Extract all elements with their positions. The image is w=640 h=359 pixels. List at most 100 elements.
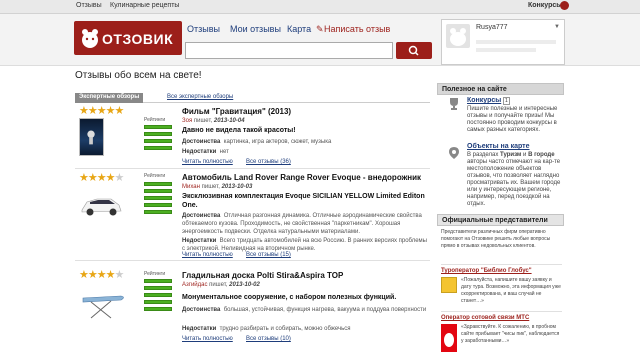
review-date: 2013-10-02 (229, 282, 260, 288)
review-date: 2013-10-04 (213, 118, 245, 124)
rep-logo (441, 324, 457, 352)
product-image[interactable] (79, 192, 123, 220)
sidebar-map-text: В разделах Туризм и В городе авторы част… (467, 152, 562, 208)
disadvantages-text: Всего тридцать автомобилей на всю Россию… (182, 238, 427, 252)
search-icon (408, 45, 419, 56)
map-text-part: В разделах (467, 152, 499, 158)
read-more-link[interactable]: Читать полностью (182, 159, 233, 165)
placeholder-line (476, 48, 536, 52)
all-reviews-link[interactable]: Все отзывы (36) (246, 159, 291, 165)
ratings-label: Рейтинги (144, 117, 166, 123)
map-text-tourism[interactable]: Туризм (500, 152, 521, 158)
top-link-reviews[interactable]: Отзывы (76, 2, 102, 9)
all-reviews-link[interactable]: Все отзывы (10) (246, 336, 291, 342)
search-button[interactable] (396, 42, 432, 59)
tab-expert-reviews[interactable]: Экспертные обзоры (75, 93, 144, 103)
rating-bar (144, 125, 172, 129)
rep-title-link[interactable]: Оператор сотовой связи МТС (441, 315, 529, 321)
rating-bar (144, 286, 172, 290)
read-more-link[interactable]: Читать полностью (182, 336, 233, 342)
sidebar-header-reps: Официальные представители (437, 214, 564, 226)
ratings-label: Рейтинги (144, 271, 166, 277)
review-item: ★★★★★ Рейтинги Гладильная доска Polti St… (75, 262, 430, 359)
review-author[interactable]: Михан (182, 184, 200, 190)
rep-title-link[interactable]: Туроператор "Библио Глобус" (441, 268, 532, 274)
header: ОТЗОВИК Отзывы Мои отзывы Карта ✎ Написа… (0, 14, 640, 66)
mascot-icon (82, 29, 98, 48)
nav-reviews[interactable]: Отзывы (187, 24, 220, 34)
rep-logo (441, 277, 457, 293)
advantages-text: картинка, игра актеров, сюжет, музыка (223, 139, 332, 145)
link-all-expert-reviews[interactable]: Все экспертные обзоры (167, 94, 233, 100)
rating-stars: ★★★★★ (79, 105, 124, 117)
avatar-mascot-icon (450, 28, 466, 46)
advantages-label: Достоинства (182, 307, 221, 313)
review-title[interactable]: Автомобиль Land Rover Range Rover Evoque… (182, 173, 421, 182)
rating-bar (144, 139, 172, 143)
rating-bar (144, 279, 172, 283)
chevron-down-icon[interactable]: ▼ (554, 24, 560, 30)
product-image[interactable] (79, 118, 104, 156)
review-wrote: пишет, (201, 184, 220, 190)
car-figure (81, 198, 122, 216)
map-text-city[interactable]: В городе (528, 152, 554, 158)
review-disadvantages: Недостатки трудно разбирать и собирать, … (182, 325, 427, 333)
top-link-contests[interactable]: Конкурсы (528, 2, 562, 9)
avatar[interactable] (446, 24, 470, 48)
rating-bar (144, 210, 172, 214)
sidebar-header-useful: Полезное на сайте (437, 83, 564, 95)
review-subtitle[interactable]: Монументальное сооружение, с набором пол… (182, 293, 427, 302)
review-meta: Зоя пишет, 2013-10-04 (182, 118, 245, 124)
trophy-icon (450, 98, 458, 110)
rep-quote[interactable]: «Здравствуйте. К сожалению, в пробном са… (461, 324, 561, 345)
all-reviews-link[interactable]: Все отзывы (15) (246, 252, 291, 258)
pencil-icon: ✎ (316, 24, 324, 34)
sidebar-contests-text: Пишите полезные и интересные отзывы и по… (467, 106, 558, 133)
sidebar-map-link[interactable]: Объекты на карте (467, 143, 530, 150)
review-subtitle[interactable]: Давно не видела такой красоты! (182, 126, 427, 135)
review-subtitle[interactable]: Эксклюзивная комплектация Evoque SICILIA… (182, 192, 427, 210)
advantages-text: большая, устойчивая, функция нагрева, ва… (223, 307, 427, 313)
review-title[interactable]: Фильм "Гравитация" (2013) (182, 107, 291, 116)
nav-my-reviews[interactable]: Мои отзывы (230, 24, 281, 34)
nav-write-review[interactable]: Написать отзыв (324, 24, 390, 34)
review-author[interactable]: Зоя (182, 118, 192, 124)
logo[interactable]: ОТЗОВИК (74, 21, 182, 55)
map-text-part: авторы часто отмечают на кар-те местопол… (467, 159, 561, 207)
rating-bar (144, 146, 172, 150)
rating-bar (144, 307, 172, 311)
review-author[interactable]: Азгийдас (182, 282, 207, 288)
review-advantages: Достоинства картинка, игра актеров, сюже… (182, 138, 427, 146)
advantages-label: Достоинства (182, 213, 221, 219)
page-title: Отзывы обо всем на свете! (75, 70, 202, 81)
read-more-link[interactable]: Читать полностью (182, 252, 233, 258)
rating-bar (144, 182, 172, 186)
top-link-recipes[interactable]: Кулинарные рецепты (110, 2, 179, 9)
rep-quote[interactable]: «Пожалуйста, напишите вашу заявку и дату… (461, 277, 561, 305)
rating-bar (144, 300, 172, 304)
review-title[interactable]: Гладильная доска Polti Stira&Aspira TOP (182, 271, 343, 280)
review-disadvantages: Недостатки нет (182, 148, 427, 156)
nav-map[interactable]: Карта (287, 24, 311, 34)
sidebar-reps-text: Представители различных фирм оперативно … (441, 229, 551, 249)
review-item: ★★★★★ Рейтинги Фильм "Гравитация" (2013)… (75, 104, 430, 169)
top-bar: Отзывы Кулинарные рецепты Конкурсы (0, 0, 640, 14)
rep-item: Туроператор "Библио Глобус" «Пожалуйста,… (441, 264, 562, 304)
rating-bar (144, 203, 172, 207)
sidebar-contests-link[interactable]: Конкурсы (467, 97, 501, 104)
disadvantages-text: трудно разбирать и собирать, можно обжеч… (219, 326, 351, 332)
logo-text: ОТЗОВИК (102, 31, 174, 47)
rating-bar (144, 293, 172, 297)
disadvantages-label: Недостатки (182, 326, 217, 332)
disadvantages-label: Недостатки (182, 149, 217, 155)
review-disadvantages: Недостатки Всего тридцать автомобилей на… (182, 237, 427, 253)
placeholder-line (476, 40, 556, 44)
review-wrote: пишет, (209, 282, 228, 288)
review-advantages: Достоинства большая, устойчивая, функция… (182, 306, 427, 314)
map-pin-icon (449, 147, 459, 159)
username[interactable]: Rusya777 (476, 24, 508, 31)
product-image[interactable] (81, 290, 127, 320)
search-input[interactable] (185, 42, 393, 59)
contests-count-badge: 1 (503, 97, 510, 105)
user-panel[interactable]: Rusya777 ▼ (441, 19, 565, 65)
